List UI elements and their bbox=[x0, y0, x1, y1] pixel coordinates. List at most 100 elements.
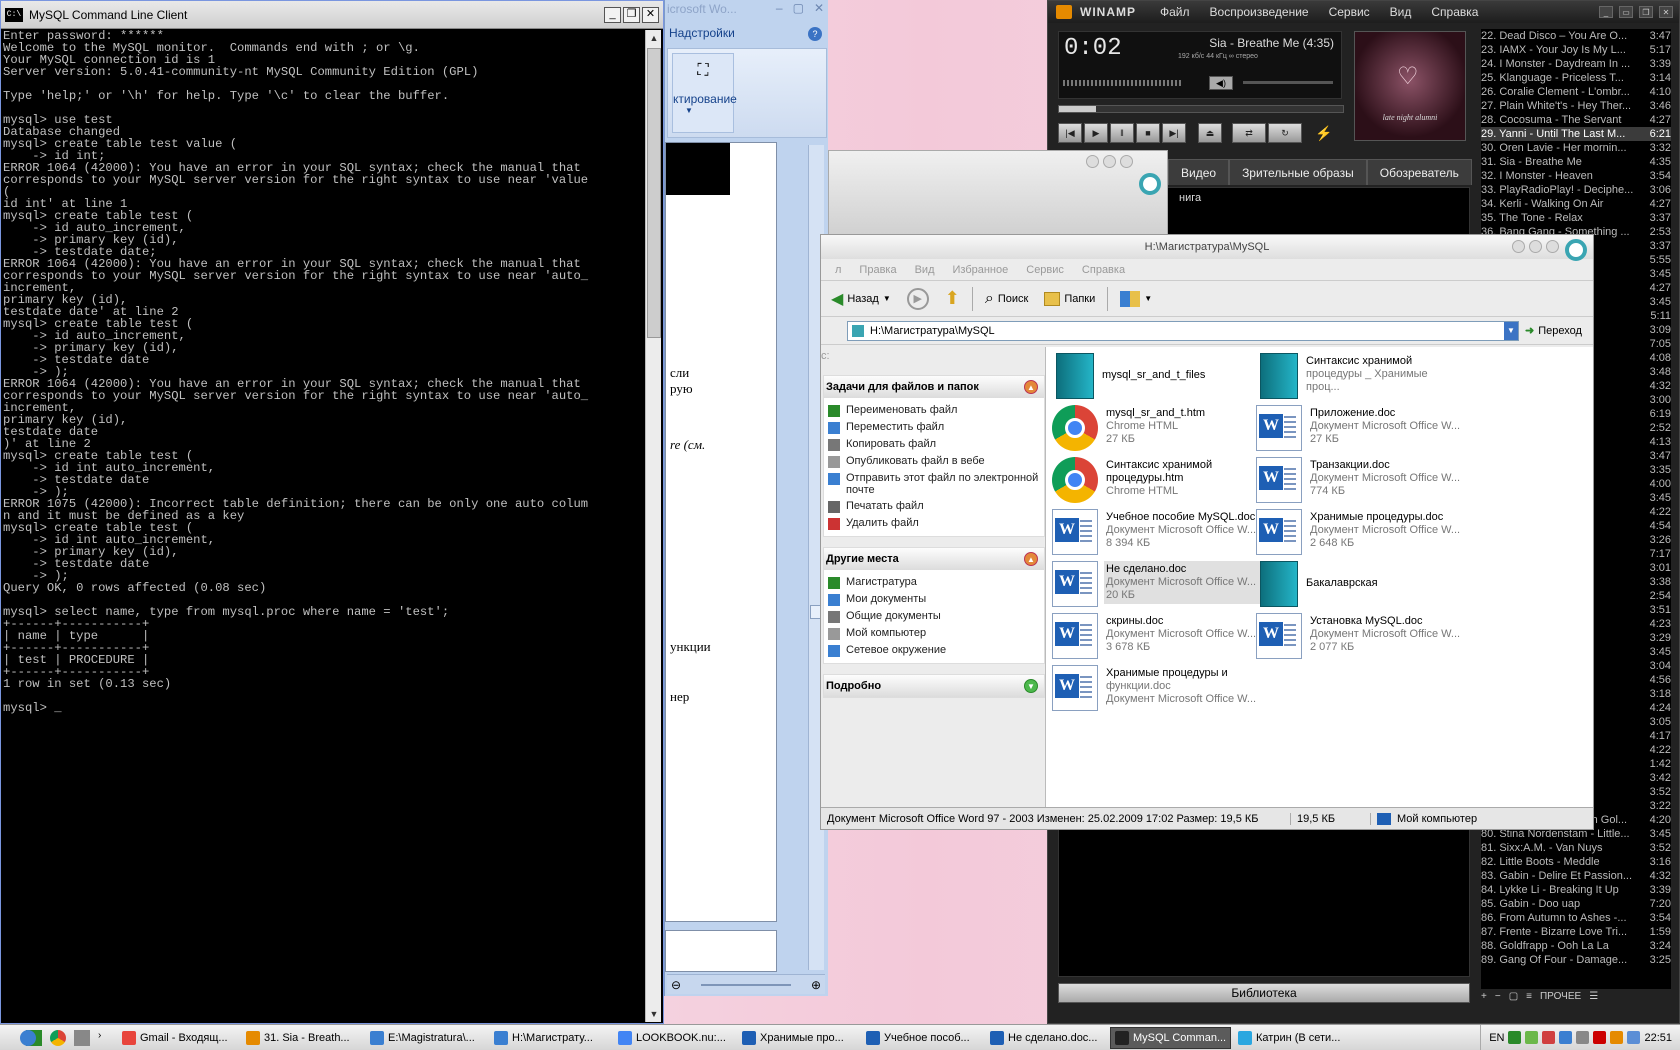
views-button[interactable]: ▼ bbox=[1114, 290, 1158, 307]
background-window[interactable] bbox=[828, 150, 1168, 240]
tray-app-icon[interactable] bbox=[1559, 1031, 1573, 1044]
close-icon[interactable] bbox=[1546, 240, 1559, 253]
taskbar-button[interactable]: E:\Magistratura\... bbox=[366, 1027, 487, 1049]
search-button[interactable]: ⌕ Поиск bbox=[979, 290, 1034, 308]
help-icon[interactable]: ? bbox=[808, 27, 822, 41]
word-document-page-2[interactable] bbox=[665, 930, 777, 972]
playlist-row[interactable]: 30. Oren Lavie - Her mornin... 3:32 bbox=[1481, 141, 1671, 155]
quicklaunch-tool-icon[interactable] bbox=[74, 1029, 90, 1046]
maximize-icon[interactable] bbox=[1103, 155, 1116, 168]
playlist-row[interactable]: 84. Lykke Li - Breaking It Up 3:39 bbox=[1481, 883, 1671, 897]
minimize-icon[interactable]: – bbox=[776, 1, 783, 15]
ribbon-group[interactable]: ⛶ ктирование ▼ bbox=[672, 53, 737, 133]
winamp-menu-file[interactable]: Файл bbox=[1160, 5, 1190, 19]
taskbar-button[interactable]: Учебное пособ... bbox=[862, 1027, 983, 1049]
close-icon[interactable] bbox=[1120, 155, 1133, 168]
scroll-up-icon[interactable]: ▲ bbox=[646, 30, 662, 46]
console-output[interactable]: Enter password: ****** Welcome to the My… bbox=[3, 30, 645, 1022]
volume-icon[interactable] bbox=[1576, 1031, 1590, 1044]
minimize-icon[interactable] bbox=[1512, 240, 1525, 253]
file-item[interactable]: Приложение.docДокумент Microsoft Office … bbox=[1256, 405, 1468, 457]
binoculars-icon[interactable]: ⛶ bbox=[691, 62, 715, 82]
chevron-down-icon[interactable]: ▼ bbox=[685, 106, 693, 115]
library-button[interactable]: Библиотека bbox=[1058, 983, 1470, 1003]
task-link[interactable]: Опубликовать файл в вебе bbox=[828, 453, 1044, 470]
chevron-right-icon[interactable]: › bbox=[98, 1030, 108, 1046]
playlist-misc-button[interactable]: ПРОЧЕЕ bbox=[1540, 991, 1581, 1005]
task-panel-header[interactable]: Задачи для файлов и папок ▲ bbox=[824, 376, 1044, 398]
word-window[interactable]: icrosoft Wo... – ▢ ✕ Надстройки ? ⛶ ктиров… bbox=[664, 0, 828, 996]
winamp-tray-icon[interactable] bbox=[1610, 1031, 1624, 1044]
restore-icon[interactable]: ▢ bbox=[793, 1, 804, 15]
task-link[interactable]: Магистратура bbox=[828, 574, 1044, 591]
scroll-thumb[interactable] bbox=[647, 48, 661, 338]
menu-favorites[interactable]: Избранное bbox=[953, 264, 1009, 276]
playlist-row[interactable]: 25. Klanguage - Priceless T... 3:14 bbox=[1481, 71, 1671, 85]
lightning-icon[interactable]: ⚡ bbox=[1312, 123, 1336, 143]
menu-help[interactable]: Справка bbox=[1082, 264, 1125, 276]
file-item[interactable]: Учебное пособие MySQL.docДокумент Micros… bbox=[1052, 509, 1264, 561]
zoom-bar[interactable]: ⊖ ⊕ bbox=[667, 974, 825, 994]
mysql-console-window[interactable]: C:\ MySQL Command Line Client _ ❐ ✕ Ente… bbox=[0, 0, 664, 1024]
folders-button[interactable]: Папки bbox=[1038, 291, 1101, 306]
winamp-menu-view[interactable]: Вид bbox=[1390, 5, 1412, 19]
maximize-icon[interactable] bbox=[1529, 240, 1542, 253]
playlist-row[interactable]: 81. Sixx:A.M. - Van Nuys 3:52 bbox=[1481, 841, 1671, 855]
playlist-row[interactable]: 32. I Monster - Heaven 3:54 bbox=[1481, 169, 1671, 183]
playlist-row[interactable]: 29. Yanni - Until The Last M... 6:21 bbox=[1481, 127, 1671, 141]
zoom-in-icon[interactable]: ⊕ bbox=[811, 978, 821, 992]
tab-visualization[interactable]: Зрительные образы bbox=[1229, 159, 1367, 185]
task-link[interactable]: Переместить файл bbox=[828, 419, 1044, 436]
restore-icon[interactable]: ❐ bbox=[623, 6, 640, 23]
task-link[interactable]: Удалить файл bbox=[828, 515, 1044, 532]
playlist-row[interactable]: 86. From Autumn to Ashes -... 3:54 bbox=[1481, 911, 1671, 925]
playlist-row[interactable]: 26. Coralie Clement - L'ombr... 4:10 bbox=[1481, 85, 1671, 99]
skype-icon[interactable] bbox=[1525, 1031, 1539, 1044]
file-item[interactable]: скрины.docДокумент Microsoft Office W...… bbox=[1052, 613, 1264, 665]
file-item[interactable]: mysql_sr_and_t_files bbox=[1052, 353, 1264, 405]
explorer-window[interactable]: H:\Магистратура\MySQL л Правка Вид Избра… bbox=[820, 234, 1594, 830]
keyboard-layout-icon[interactable] bbox=[1593, 1031, 1607, 1044]
file-item[interactable]: Бакалаврская bbox=[1256, 561, 1468, 613]
taskbar-button[interactable]: Не сделано.doc... bbox=[986, 1027, 1107, 1049]
task-link[interactable]: Общие документы bbox=[828, 608, 1044, 625]
playlist-row[interactable]: 23. IAMX - Your Joy Is My L... 5:17 bbox=[1481, 43, 1671, 57]
playlist-add-button[interactable]: + bbox=[1481, 991, 1487, 1005]
previous-icon[interactable]: |◀ bbox=[1058, 123, 1082, 143]
file-item[interactable]: Синтаксис хранимой процедуры _ Хранимые п… bbox=[1256, 353, 1468, 405]
address-input[interactable]: H:\Магистратура\MySQL ▼ bbox=[847, 320, 1519, 341]
playlist-list-button[interactable]: ☰ bbox=[1589, 991, 1598, 1005]
forward-button[interactable]: ▶ bbox=[901, 287, 935, 310]
taskbar-button[interactable]: MySQL Comman... bbox=[1110, 1026, 1231, 1049]
winamp-menu-help[interactable]: Справка bbox=[1431, 5, 1478, 19]
playlist-row[interactable]: 24. I Monster - Daydream In ... 3:39 bbox=[1481, 57, 1671, 71]
tray-monitor-icon[interactable] bbox=[1627, 1031, 1641, 1044]
playlist-row[interactable]: 87. Frente - Bizarre Love Tri... 1:59 bbox=[1481, 925, 1671, 939]
close-icon[interactable]: ✕ bbox=[814, 1, 824, 15]
winamp-menu-play[interactable]: Воспроизведение bbox=[1210, 5, 1309, 19]
taskbar-button[interactable]: LOOKBOOK.nu:... bbox=[614, 1027, 735, 1049]
clock[interactable]: 22:51 bbox=[1644, 1032, 1672, 1044]
restore-icon[interactable]: ❐ bbox=[1639, 6, 1653, 18]
file-item[interactable]: Хранимые процедуры ифункции.docДокумент … bbox=[1052, 665, 1264, 717]
close-icon[interactable]: ✕ bbox=[1659, 6, 1673, 18]
next-icon[interactable]: ▶| bbox=[1162, 123, 1186, 143]
taskbar-button[interactable]: H:\Магистрату... bbox=[490, 1027, 611, 1049]
winamp-menu-tools[interactable]: Сервис bbox=[1329, 5, 1370, 19]
collapse-icon[interactable]: ▲ bbox=[1024, 552, 1038, 566]
volume-slider[interactable] bbox=[1243, 81, 1333, 84]
collapse-icon[interactable]: ▼ bbox=[1024, 679, 1038, 693]
volume-icon[interactable]: ◀) bbox=[1209, 76, 1233, 90]
up-folder-button[interactable]: ⬆ bbox=[939, 288, 966, 309]
ribbon-tab-addins[interactable]: Надстройки bbox=[669, 26, 735, 40]
playlist-row[interactable]: 28. Cocosuma - The Servant 4:27 bbox=[1481, 113, 1671, 127]
task-link[interactable]: Мой компьютер bbox=[828, 625, 1044, 642]
start-icon[interactable] bbox=[20, 1030, 36, 1046]
playlist-row[interactable]: 27. Plain White't's - Hey Ther... 3:46 bbox=[1481, 99, 1671, 113]
eject-icon[interactable]: ⏏ bbox=[1198, 123, 1222, 143]
pause-icon[interactable]: ‖ bbox=[1110, 123, 1134, 143]
playlist-row[interactable]: 83. Gabin - Delire Et Passion... 4:32 bbox=[1481, 869, 1671, 883]
file-item[interactable]: mysql_sr_and_t.htm Chrome HTML 27 КБ bbox=[1052, 405, 1264, 457]
menu-tools[interactable]: Сервис bbox=[1026, 264, 1064, 276]
tab-video[interactable]: Видео bbox=[1168, 159, 1230, 185]
